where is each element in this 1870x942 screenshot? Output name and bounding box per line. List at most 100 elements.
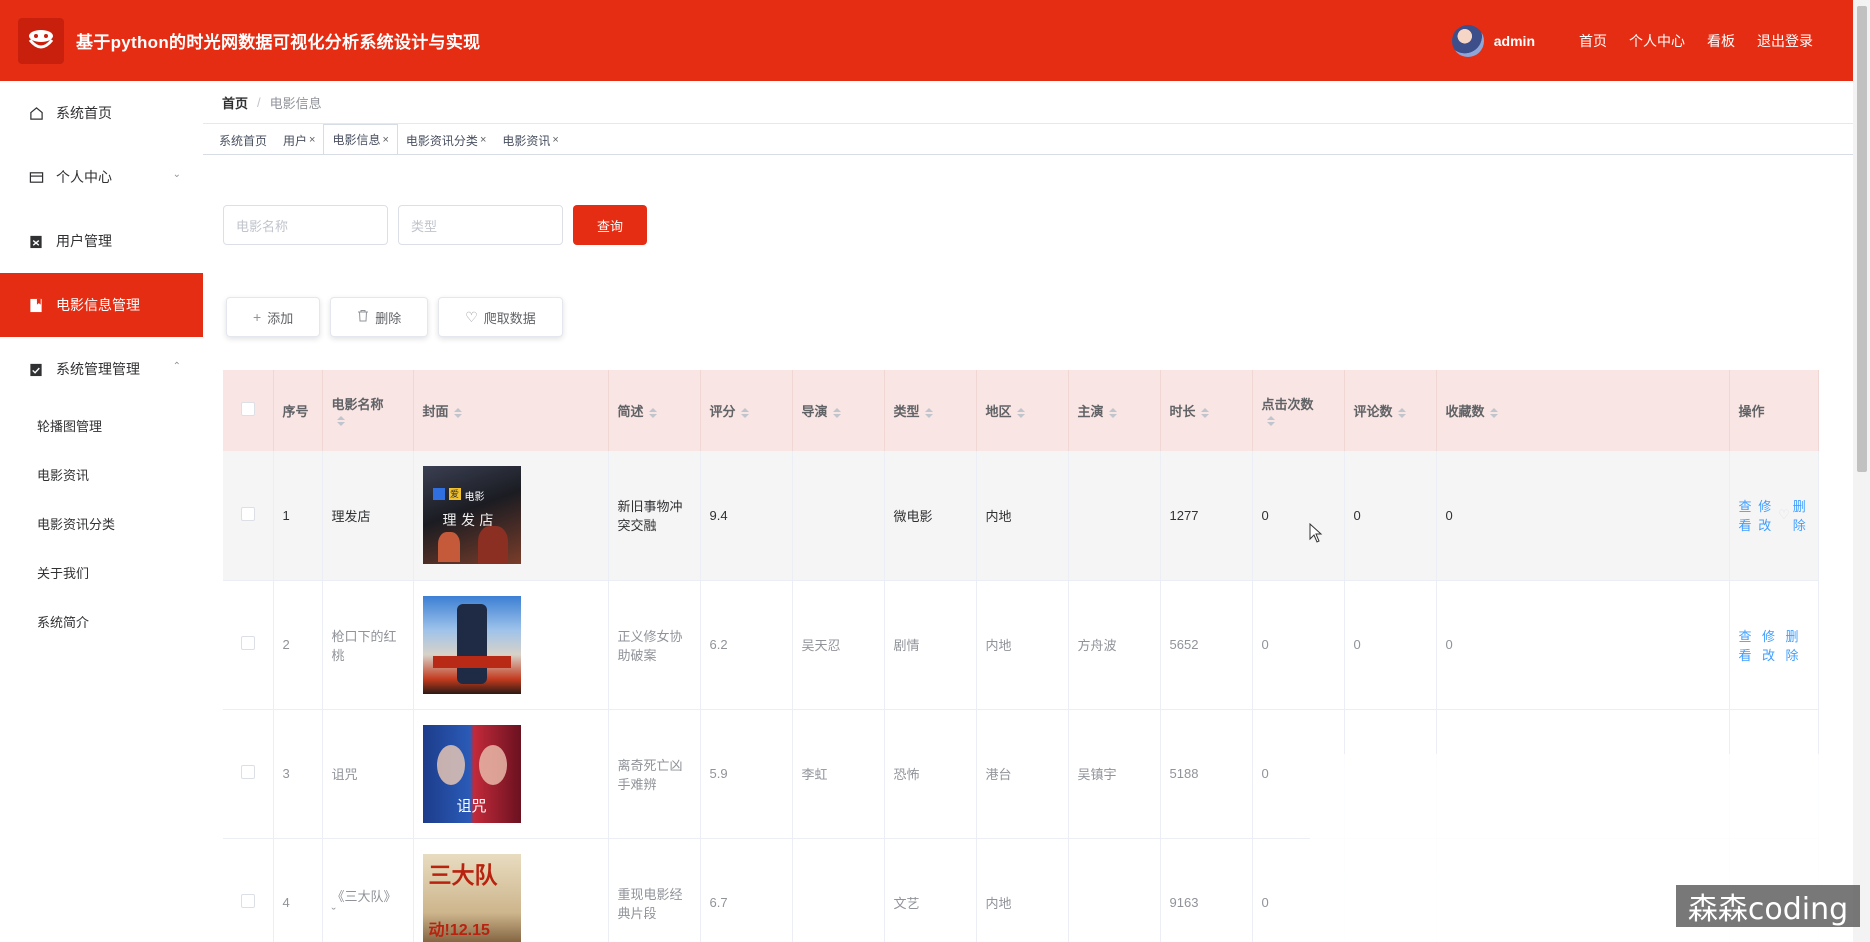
nav-profile-link[interactable]: 个人中心 [1629,31,1685,51]
edit-button[interactable]: 修改 [1758,496,1778,534]
cell-comments: 0 [1344,451,1437,581]
sort-icon[interactable] [1200,407,1209,418]
cell-cover: 诅咒 [413,709,609,839]
cell-clicks: 0 [1252,451,1345,581]
sidebar-item-users[interactable]: 用户管理 [0,209,203,273]
sort-icon[interactable] [1108,407,1117,418]
cell-director: 吴天忍 [792,580,885,710]
close-icon[interactable]: × [382,134,388,146]
sort-icon[interactable] [648,407,657,418]
app-title: 基于python的时光网数据可视化分析系统设计与实现 [76,33,481,52]
username[interactable]: admin [1494,33,1535,49]
col-label: 地区 [985,404,1012,419]
avatar[interactable] [1451,24,1484,57]
sort-icon[interactable] [924,407,933,418]
cell-director [792,838,885,942]
tab-movie-info[interactable]: 电影信息 × [323,124,398,154]
cover-band [432,655,511,668]
tab-news-category[interactable]: 电影资讯分类 × [398,126,494,154]
sort-icon[interactable] [1266,416,1275,427]
scrollbar-thumb[interactable] [1857,6,1867,472]
sidebar-item-system[interactable]: 系统管理管理 ⌃ [0,337,203,401]
delete-button[interactable]: 删除 [330,297,429,337]
nav-dashboard-link[interactable]: 看板 [1707,31,1735,51]
sort-icon[interactable] [336,416,345,427]
cover-image: 诅咒 [422,724,521,823]
sidebar-subitem-carousel[interactable]: 轮播图管理 [0,401,203,450]
col-clicks[interactable]: 点击次数 [1252,370,1345,451]
sidebar-item-home[interactable]: 系统首页 [0,81,203,145]
nav-home-link[interactable]: 首页 [1579,31,1607,51]
breadcrumb-home[interactable]: 首页 [222,93,248,112]
sort-icon[interactable] [453,407,462,418]
tab-users[interactable]: 用户 × [275,126,323,154]
row-checkbox[interactable] [240,765,255,779]
close-icon[interactable]: × [309,134,315,146]
sort-icon[interactable] [1489,407,1498,418]
movie-name-input[interactable]: 电影名称 [223,205,388,245]
crawl-data-button[interactable]: ♡ 爬取数据 [438,297,563,337]
col-label: 导演 [801,404,828,419]
cell-cover [413,580,609,710]
search-button[interactable]: 查询 [573,205,647,245]
table-row[interactable]: 2 枪口下的红桃 正义修女协助破案 6.2 吴天忍 剧情 内地 方舟波 5652… [223,580,1819,710]
cell-region: 港台 [976,709,1069,839]
col-duration[interactable]: 时长 [1160,370,1253,451]
cell-score: 9.4 [700,451,793,581]
type-input[interactable]: 类型 [398,205,563,245]
cell-type: 文艺 [884,838,977,942]
col-label: 封面 [422,404,449,419]
chevron-up-icon: ⌃ [172,361,181,372]
select-all-checkbox[interactable] [240,402,255,416]
sort-icon[interactable] [740,407,749,418]
close-icon[interactable]: × [552,134,558,146]
col-region[interactable]: 地区 [976,370,1069,451]
header-nav: admin 首页 个人中心 看板 退出登录 [1451,0,1813,81]
cell-score: 6.2 [700,580,793,710]
delete-row-button[interactable]: 删除 [1786,626,1810,664]
row-checkbox[interactable] [240,894,255,908]
tab-home[interactable]: 系统首页 [211,126,275,154]
sort-icon[interactable] [1016,407,1025,418]
view-button[interactable]: 查看 [1739,496,1759,534]
row-actions: 查看 修改 ♡ 删除 [1739,496,1810,534]
page-scrollbar[interactable] [1853,0,1870,942]
col-cover[interactable]: 封面 [413,370,609,451]
cell-no: 2 [273,580,323,710]
delete-row-button[interactable]: ♡ 删除 [1778,496,1809,534]
sidebar-subitem-about[interactable]: 关于我们 [0,548,203,597]
cover-figure [477,526,508,565]
row-checkbox[interactable] [240,636,255,650]
nav-logout-link[interactable]: 退出登录 [1757,31,1813,51]
sidebar-item-profile[interactable]: 个人中心 ⌄ [0,145,203,209]
edit-button[interactable]: 修改 [1762,626,1786,664]
col-desc[interactable]: 简述 [608,370,701,451]
sidebar: 系统首页 个人中心 ⌄ 用户管理 电影信息管理 系统管理管理 ⌃ 轮播图管理 电… [0,81,203,942]
col-actor[interactable]: 主演 [1068,370,1161,451]
row-checkbox[interactable] [240,506,255,521]
col-label: 简述 [617,404,644,419]
sidebar-item-movie-info[interactable]: 电影信息管理 [0,273,203,337]
sidebar-subitem-movie-news[interactable]: 电影资讯 [0,450,203,499]
col-no: 序号 [273,370,323,451]
col-score[interactable]: 评分 [700,370,793,451]
close-icon[interactable]: × [480,134,486,146]
col-favorites[interactable]: 收藏数 [1436,370,1730,451]
col-comments[interactable]: 评论数 [1344,370,1437,451]
delete-label: 删除 [375,310,402,326]
sidebar-item-label: 系统管理管理 [56,361,140,377]
sort-icon[interactable] [1397,407,1406,418]
col-name[interactable]: 电影名称 [322,370,414,451]
col-director[interactable]: 导演 [792,370,885,451]
add-button[interactable]: + 添加 [226,297,321,337]
sidebar-subitem-intro[interactable]: 系统简介 [0,597,203,646]
cover-image: 爱 电影 理 发 店 [422,466,521,565]
col-type[interactable]: 类型 [884,370,977,451]
main-content: 首页 / 电影信息 系统首页 用户 × 电影信息 × 电影资讯分类 × 电影资讯 × 电… [203,81,1853,942]
sort-icon[interactable] [832,407,841,418]
sidebar-subitem-news-category[interactable]: 电影资讯分类 [0,499,203,548]
cell-no: 1 [273,451,323,581]
view-button[interactable]: 查看 [1739,626,1763,664]
tab-news[interactable]: 电影资讯 × [494,126,566,154]
table-row[interactable]: 1 理发店 爱 电影 理 发 店 新旧事物冲突交融 9.4 微电影 内地 127… [223,451,1819,581]
